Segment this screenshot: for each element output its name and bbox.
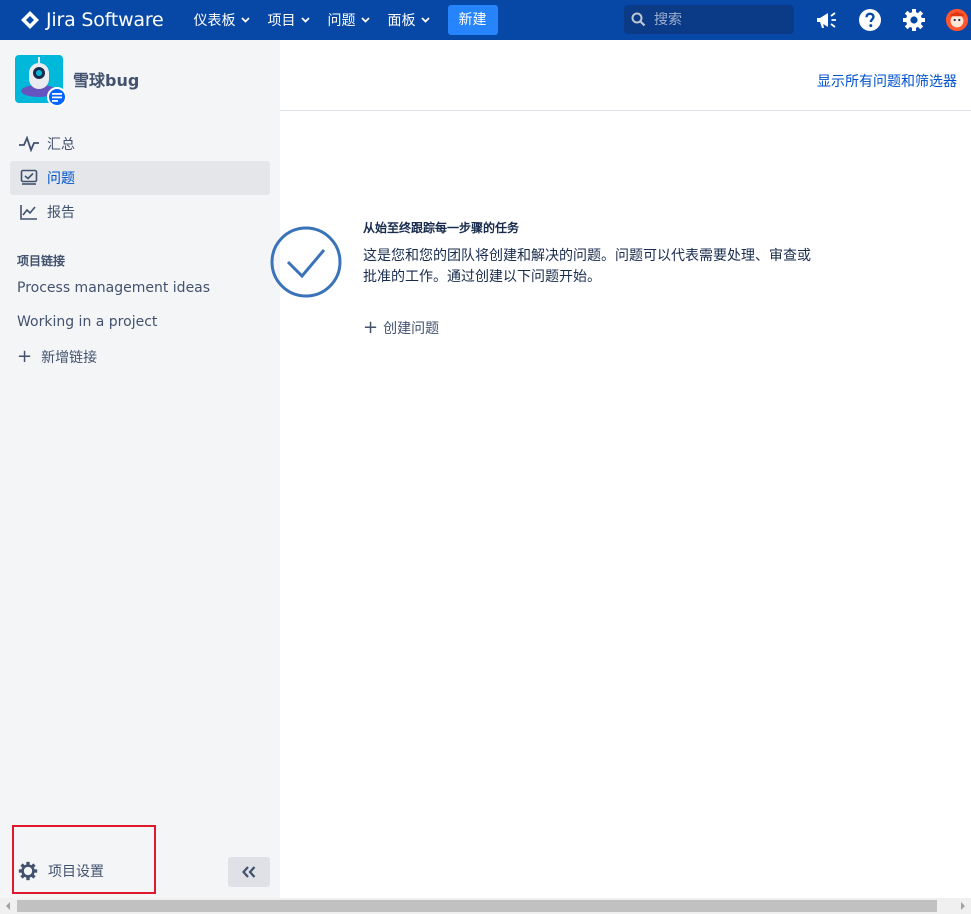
project-settings-link[interactable]: 项目设置 (18, 861, 104, 881)
empty-state-description: 这是您和您的团队将创建和解决的问题。问题可以代表需要处理、审查或批准的工作。通过… (363, 248, 811, 285)
project-settings-label: 项目设置 (48, 864, 104, 880)
sidebar-item-label: 问题 (47, 171, 75, 187)
nav-issues[interactable]: 问题 (328, 0, 370, 40)
add-link-button[interactable]: + 新增链接 (17, 347, 97, 367)
nav-dashboards-label: 仪表板 (193, 13, 236, 29)
create-button[interactable]: 新建 (447, 5, 498, 35)
horizontal-scrollbar[interactable] (0, 898, 971, 914)
search-input[interactable] (654, 11, 784, 28)
gear-icon (18, 861, 38, 881)
project-avatar (15, 55, 67, 107)
settings-icon[interactable] (902, 8, 926, 32)
chart-icon (18, 202, 40, 222)
main-header: 显示所有问题和筛选器 (280, 40, 971, 111)
show-all-issues-link[interactable]: 显示所有问题和筛选器 (817, 71, 957, 91)
project-link-process-ideas[interactable]: Process management ideas (17, 280, 210, 296)
project-link-working[interactable]: Working in a project (17, 314, 157, 330)
brand-name: Jira Software (46, 9, 164, 31)
sidebar-item-label: 报告 (47, 205, 75, 221)
project-nav: 汇总 问题 报告 (10, 127, 270, 229)
nav-issues-label: 问题 (327, 13, 356, 29)
search-box[interactable] (624, 5, 794, 34)
create-issue-label: 创建问题 (383, 321, 440, 337)
add-link-label: 新增链接 (41, 350, 98, 366)
user-avatar[interactable] (945, 8, 969, 32)
sidebar-item-reports[interactable]: 报告 (10, 195, 270, 229)
sidebar-item-summary[interactable]: 汇总 (10, 127, 270, 161)
issues-icon (18, 168, 40, 188)
megaphone-icon[interactable] (814, 8, 838, 32)
scroll-left-icon[interactable] (4, 902, 12, 910)
double-chevron-left-icon (242, 866, 256, 878)
chevron-down-icon (360, 17, 370, 23)
collapse-sidebar-button[interactable] (228, 857, 270, 887)
checkmark-illustration (270, 226, 342, 298)
sidebar-item-issues[interactable]: 问题 (10, 161, 270, 195)
project-links-heading: 项目链接 (17, 254, 66, 268)
main-nav: 仪表板 项目 问题 面板 新建 (194, 0, 498, 40)
project-name: 雪球bug (73, 71, 140, 90)
nav-projects-label: 项目 (267, 13, 296, 29)
project-sidebar: 雪球bug 汇总 问题 报告 项目链接 Process management i… (0, 40, 280, 898)
project-type-badge (47, 87, 67, 107)
plus-icon: + (363, 317, 379, 338)
scrollbar-thumb[interactable] (17, 900, 937, 912)
chevron-down-icon (420, 17, 430, 23)
plus-icon: + (17, 346, 33, 367)
create-issue-button[interactable]: + 创建问题 (363, 318, 439, 338)
nav-boards-label: 面板 (387, 13, 416, 29)
highlight-annotation (12, 825, 156, 894)
sidebar-item-label: 汇总 (47, 137, 75, 153)
search-icon (631, 12, 646, 27)
jira-logo[interactable]: Jira Software (20, 0, 164, 40)
top-navigation-bar: Jira Software 仪表板 项目 问题 面板 新建 (0, 0, 971, 40)
nav-dashboards[interactable]: 仪表板 (194, 0, 250, 40)
project-header[interactable]: 雪球bug (15, 55, 140, 107)
empty-state-title: 从始至终跟踪每一步骤的任务 (363, 221, 520, 235)
chevron-down-icon (300, 17, 310, 23)
jira-diamond-icon (21, 11, 39, 29)
chevron-down-icon (240, 17, 250, 23)
nav-boards[interactable]: 面板 (388, 0, 430, 40)
list-icon (52, 92, 62, 102)
pulse-icon (18, 134, 40, 154)
help-icon[interactable] (858, 8, 882, 32)
nav-projects[interactable]: 项目 (268, 0, 310, 40)
scroll-right-icon[interactable] (959, 902, 967, 910)
